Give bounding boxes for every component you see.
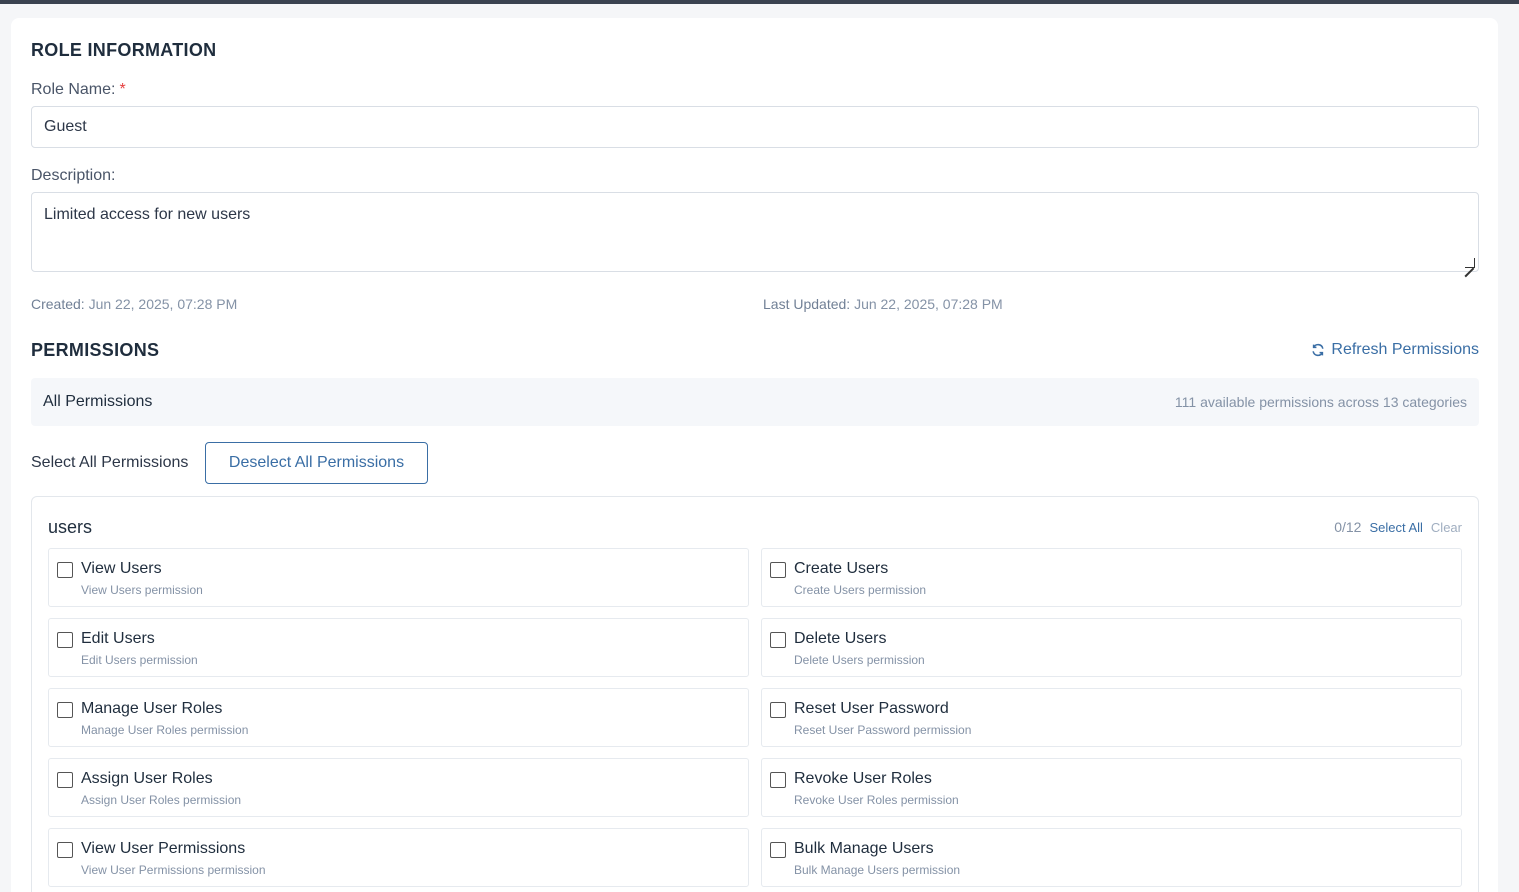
role-information-title: ROLE INFORMATION xyxy=(31,40,217,60)
resize-handle-icon[interactable] xyxy=(1465,258,1475,268)
permission-description: Reset User Password permission xyxy=(794,723,972,737)
permission-item[interactable]: Revoke User Roles Revoke User Roles perm… xyxy=(761,758,1462,817)
permission-item[interactable]: Assign User Roles Assign User Roles perm… xyxy=(48,758,749,817)
role-name-label-text: Role Name: xyxy=(31,81,116,98)
select-all-permissions-link[interactable]: Select All Permissions xyxy=(31,454,188,472)
permission-item[interactable]: Create Users Create Users permission xyxy=(761,548,1462,607)
permission-checkbox[interactable] xyxy=(57,842,73,858)
permission-description: Delete Users permission xyxy=(794,653,925,667)
permission-checkbox[interactable] xyxy=(57,632,73,648)
permission-name: Assign User Roles xyxy=(81,770,213,787)
permission-item[interactable]: Edit Users Edit Users permission xyxy=(48,618,749,677)
permission-item[interactable]: View User Permissions View User Permissi… xyxy=(48,828,749,887)
description-value: Limited access for new users xyxy=(44,206,251,223)
permissions-title: PERMISSIONS xyxy=(31,340,160,360)
updated-info: Last Updated: Jun 22, 2025, 07:28 PM xyxy=(763,296,1003,312)
permission-name: Create Users xyxy=(794,560,889,577)
permission-description: View User Permissions permission xyxy=(81,863,266,877)
deselect-all-permissions-button[interactable]: Deselect All Permissions xyxy=(205,442,428,484)
permission-checkbox[interactable] xyxy=(57,702,73,718)
permission-checkbox[interactable] xyxy=(770,562,786,578)
refresh-permissions-button[interactable]: Refresh Permissions xyxy=(1311,341,1479,359)
group-controls: 0/12 Select All Clear xyxy=(1334,519,1462,535)
permission-checkbox[interactable] xyxy=(770,842,786,858)
created-label: Created: xyxy=(31,296,85,312)
created-info: Created: Jun 22, 2025, 07:28 PM xyxy=(31,296,237,312)
created-value: Jun 22, 2025, 07:28 PM xyxy=(88,296,238,312)
permission-description: Manage User Roles permission xyxy=(81,723,249,737)
permission-group-users: users 0/12 Select All Clear View Users V… xyxy=(31,496,1479,892)
permission-checkbox[interactable] xyxy=(57,772,73,788)
permission-description: Bulk Manage Users permission xyxy=(794,863,961,877)
permission-checkbox[interactable] xyxy=(770,772,786,788)
permission-description: Edit Users permission xyxy=(81,653,198,667)
group-clear-button[interactable]: Clear xyxy=(1431,520,1462,535)
required-mark: * xyxy=(119,81,126,98)
refresh-permissions-label: Refresh Permissions xyxy=(1331,341,1479,358)
all-permissions-label: All Permissions xyxy=(43,393,153,410)
permission-checkbox[interactable] xyxy=(770,702,786,718)
permission-item[interactable]: Bulk Manage Users Bulk Manage Users perm… xyxy=(761,828,1462,887)
permission-description: Create Users permission xyxy=(794,583,927,597)
role-form-card: ROLE INFORMATION Role Name: * Guest Descr… xyxy=(11,18,1498,892)
permission-name: Manage User Roles xyxy=(81,700,223,717)
permission-description: View Users permission xyxy=(81,583,203,597)
description-textarea[interactable]: Limited access for new users xyxy=(31,192,1479,272)
updated-label: Last Updated: xyxy=(763,296,851,312)
permission-item[interactable]: Reset User Password Reset User Password … xyxy=(761,688,1462,747)
permission-name: View User Permissions xyxy=(81,840,246,857)
top-bar xyxy=(0,0,1519,4)
group-name: users xyxy=(48,517,93,537)
permissions-summary: 111 available permissions across 13 cate… xyxy=(1174,394,1467,410)
permission-item[interactable]: View Users View Users permission xyxy=(48,548,749,607)
permission-description: Assign User Roles permission xyxy=(81,793,242,807)
permission-name: Reset User Password xyxy=(794,700,949,717)
description-label: Description: xyxy=(31,167,116,184)
permission-checkbox[interactable] xyxy=(770,632,786,648)
role-name-label: Role Name: * xyxy=(31,81,126,99)
permission-checkbox[interactable] xyxy=(57,562,73,578)
permission-item[interactable]: Manage User Roles Manage User Roles perm… xyxy=(48,688,749,747)
updated-value: Jun 22, 2025, 07:28 PM xyxy=(854,296,1003,312)
permission-name: Revoke User Roles xyxy=(794,770,932,787)
permission-name: Bulk Manage Users xyxy=(794,840,934,857)
group-selected-count: 0/12 xyxy=(1334,519,1362,535)
all-permissions-bar: All Permissions 111 available permission… xyxy=(31,378,1479,426)
permission-name: Delete Users xyxy=(794,630,887,647)
permission-name: View Users xyxy=(81,560,162,577)
group-select-all-button[interactable]: Select All xyxy=(1369,520,1422,535)
permission-item[interactable]: Delete Users Delete Users permission xyxy=(761,618,1462,677)
role-name-input[interactable]: Guest xyxy=(31,106,1479,148)
permission-description: Revoke User Roles permission xyxy=(794,793,959,807)
permission-name: Edit Users xyxy=(81,630,155,647)
refresh-icon xyxy=(1312,343,1324,357)
